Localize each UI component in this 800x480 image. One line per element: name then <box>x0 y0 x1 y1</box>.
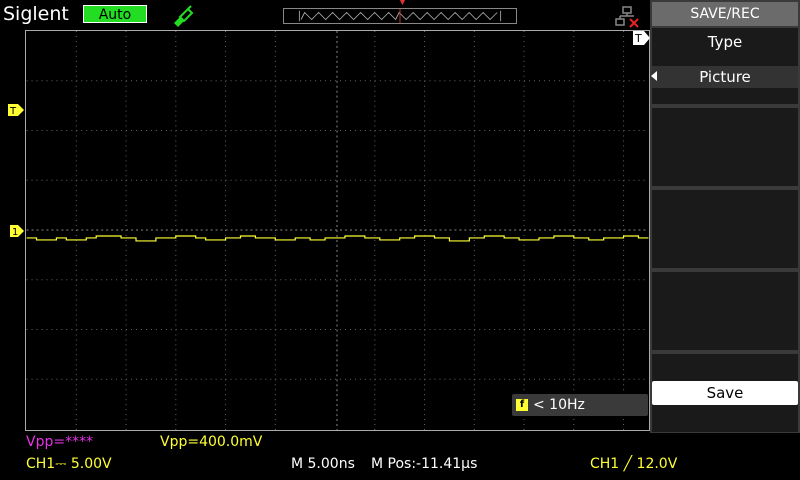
probe-icon <box>174 5 194 27</box>
softkey-3[interactable] <box>652 190 798 268</box>
brand-label: Siglent <box>3 3 69 25</box>
softkey-4[interactable] <box>652 272 798 350</box>
trigger-time-marker[interactable]: T <box>633 31 651 45</box>
frequency-icon: f <box>516 399 528 411</box>
horizontal-position-readout: M Pos:-11.41µs <box>371 456 478 472</box>
waveform-display[interactable] <box>25 30 650 431</box>
svg-text:1: 1 <box>12 227 18 237</box>
ch1-position-marker[interactable]: 1 <box>10 225 24 237</box>
menu-title: SAVE/REC <box>652 2 798 26</box>
type-label: Type <box>707 33 743 51</box>
center-axes <box>26 31 649 430</box>
ch1-scale: CH1⎓ 5.00V <box>26 456 112 472</box>
svg-text:T: T <box>9 106 17 116</box>
softkey-2[interactable] <box>652 108 798 186</box>
vpp-ch2-readout: Vpp=**** <box>26 434 94 450</box>
type-value: Picture <box>699 68 751 86</box>
timebase-overview-strip <box>283 8 517 24</box>
trigger-position-icon: ▼ <box>399 0 406 7</box>
vpp-ch1-readout: Vpp=400.0mV <box>160 434 263 450</box>
save-button[interactable]: Save <box>652 381 798 405</box>
network-icon <box>615 6 639 28</box>
svg-text:T: T <box>634 32 642 45</box>
trigger-level-marker[interactable]: T <box>8 104 24 116</box>
frequency-value: < 10Hz <box>533 397 585 413</box>
acquisition-mode-badge: Auto <box>83 5 147 23</box>
timebase-readout: M 5.00ns <box>291 456 355 472</box>
trigger-status: CH1 ╱ 12.0V <box>590 456 678 472</box>
